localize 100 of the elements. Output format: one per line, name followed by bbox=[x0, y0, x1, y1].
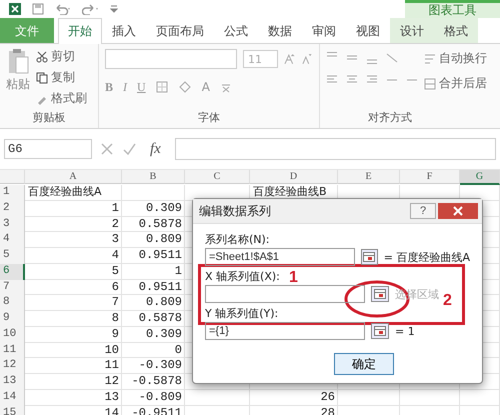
shrink-font-icon bbox=[301, 53, 314, 65]
table-cell: 4 bbox=[25, 248, 122, 264]
table-cell: 9 bbox=[25, 326, 122, 342]
table-cell: 7 bbox=[25, 295, 122, 311]
column-header[interactable]: D bbox=[250, 170, 338, 184]
ribbon-tab[interactable]: 开始 bbox=[58, 18, 102, 44]
annotation-number: 1 bbox=[289, 270, 298, 286]
ribbon-tab[interactable]: 设计 bbox=[390, 18, 434, 43]
table-cell bbox=[185, 390, 250, 406]
bottom-align-icon bbox=[366, 59, 378, 64]
table-cell: -0.309 bbox=[122, 358, 185, 374]
row-header[interactable]: 11 bbox=[0, 342, 25, 358]
table-cell: 13 bbox=[25, 390, 122, 406]
table-cell: -0.809 bbox=[122, 390, 185, 406]
table-cell: 12 bbox=[25, 374, 122, 390]
insert-function-button[interactable]: fx bbox=[144, 140, 167, 158]
row-header[interactable]: 7 bbox=[0, 280, 25, 296]
table-cell: 0.5878 bbox=[122, 216, 185, 232]
paste-button[interactable]: 粘贴 bbox=[6, 48, 30, 110]
row-header[interactable]: 14 bbox=[0, 390, 25, 406]
clipboard-icon bbox=[7, 48, 29, 76]
field-label: X 轴系列值(X): bbox=[205, 269, 280, 284]
top-align-icon bbox=[326, 52, 338, 57]
redo-icon bbox=[82, 3, 100, 15]
table-cell: 0.809 bbox=[122, 295, 185, 311]
column-header[interactable]: F bbox=[400, 170, 460, 184]
row-header[interactable]: 12 bbox=[0, 358, 25, 374]
row-header[interactable]: 3 bbox=[0, 216, 25, 232]
ribbon-tab[interactable]: 审阅 bbox=[302, 18, 346, 43]
row-header[interactable]: 9 bbox=[0, 311, 25, 327]
column-header[interactable]: E bbox=[338, 170, 400, 184]
table-cell: 0.309 bbox=[122, 200, 185, 216]
column-header[interactable]: B bbox=[122, 170, 185, 184]
table-cell bbox=[122, 185, 185, 201]
range-picker-button[interactable] bbox=[371, 323, 389, 339]
row-header[interactable]: 1 bbox=[0, 185, 25, 201]
input-field[interactable]: ={1} bbox=[205, 322, 365, 340]
table-cell: 百度经验曲线A bbox=[25, 185, 122, 201]
group-label: 对齐方式 bbox=[367, 110, 413, 126]
group-label: 字体 bbox=[197, 110, 221, 126]
cut-button[interactable]: 剪切 bbox=[36, 48, 87, 65]
wrap-text-button[interactable]: 自动换行 bbox=[424, 50, 487, 67]
input-field[interactable]: =Sheet1!$A$1 bbox=[205, 248, 355, 266]
close-icon bbox=[453, 206, 463, 216]
ok-button[interactable]: 确定 bbox=[334, 353, 394, 375]
column-header[interactable]: C bbox=[185, 170, 250, 184]
table-cell: 5 bbox=[25, 264, 122, 280]
table-cell: 1 bbox=[122, 264, 185, 280]
row-header[interactable]: 4 bbox=[0, 232, 25, 248]
copy-button[interactable]: 复制 bbox=[36, 69, 87, 86]
customize-caret-icon bbox=[110, 4, 118, 14]
range-picker-button[interactable] bbox=[360, 249, 378, 265]
field-label: 系列名称(N): bbox=[205, 232, 270, 247]
group-label: 剪贴板 bbox=[32, 110, 66, 126]
table-cell: 2 bbox=[25, 216, 122, 232]
table-cell: 10 bbox=[25, 342, 122, 358]
enter-icon bbox=[122, 142, 136, 156]
ribbon-tab[interactable]: 插入 bbox=[102, 18, 146, 43]
dialog-title: 编辑数据系列 bbox=[199, 202, 272, 220]
column-header[interactable]: A bbox=[25, 170, 122, 184]
table-cell bbox=[460, 390, 500, 406]
merge-center-button[interactable]: 合并后居 bbox=[424, 75, 487, 92]
column-header[interactable]: G bbox=[460, 170, 500, 185]
border-icon bbox=[156, 81, 168, 93]
ribbon-tab[interactable]: 公式 bbox=[214, 18, 258, 43]
wrap-text-icon bbox=[424, 52, 436, 64]
formula-input[interactable] bbox=[174, 138, 496, 160]
table-cell: 26 bbox=[250, 390, 338, 406]
name-box[interactable]: G6 bbox=[4, 139, 92, 159]
scissors-icon bbox=[36, 50, 48, 62]
table-cell: 3 bbox=[25, 232, 122, 248]
ribbon-tab[interactable]: 格式 bbox=[434, 18, 478, 43]
table-cell: 0.9511 bbox=[122, 280, 185, 296]
field-result: = 1 bbox=[395, 324, 415, 338]
ribbon-tab[interactable]: 数据 bbox=[258, 18, 302, 43]
help-button[interactable]: ? bbox=[410, 203, 436, 219]
copy-icon bbox=[36, 72, 48, 84]
row-header[interactable]: 13 bbox=[0, 374, 25, 390]
annotation-number: 2 bbox=[443, 293, 452, 309]
contextual-tab-group: 图表工具 bbox=[405, 0, 500, 18]
input-field[interactable] bbox=[205, 285, 365, 303]
range-picker-button[interactable] bbox=[371, 286, 389, 302]
close-button[interactable] bbox=[438, 203, 478, 219]
ribbon-tab[interactable]: 页面布局 bbox=[146, 18, 214, 43]
row-header[interactable]: 2 bbox=[0, 200, 25, 216]
table-cell: 6 bbox=[25, 280, 122, 296]
row-header[interactable]: 5 bbox=[0, 248, 25, 264]
field-label: Y 轴系列值(Y): bbox=[205, 306, 278, 321]
format-painter-button[interactable]: 格式刷 bbox=[36, 90, 87, 107]
table-cell: 1 bbox=[25, 200, 122, 216]
save-icon bbox=[32, 3, 44, 15]
row-header[interactable]: 6 bbox=[0, 264, 25, 280]
cancel-icon bbox=[100, 142, 114, 156]
table-cell: 0 bbox=[122, 342, 185, 358]
table-cell: -0.5878 bbox=[122, 374, 185, 390]
ribbon-tab[interactable]: 视图 bbox=[346, 18, 390, 43]
row-header[interactable]: 8 bbox=[0, 295, 25, 311]
font-name-field[interactable] bbox=[105, 49, 237, 69]
row-header[interactable]: 10 bbox=[0, 326, 25, 342]
table-cell: 0.309 bbox=[122, 326, 185, 342]
